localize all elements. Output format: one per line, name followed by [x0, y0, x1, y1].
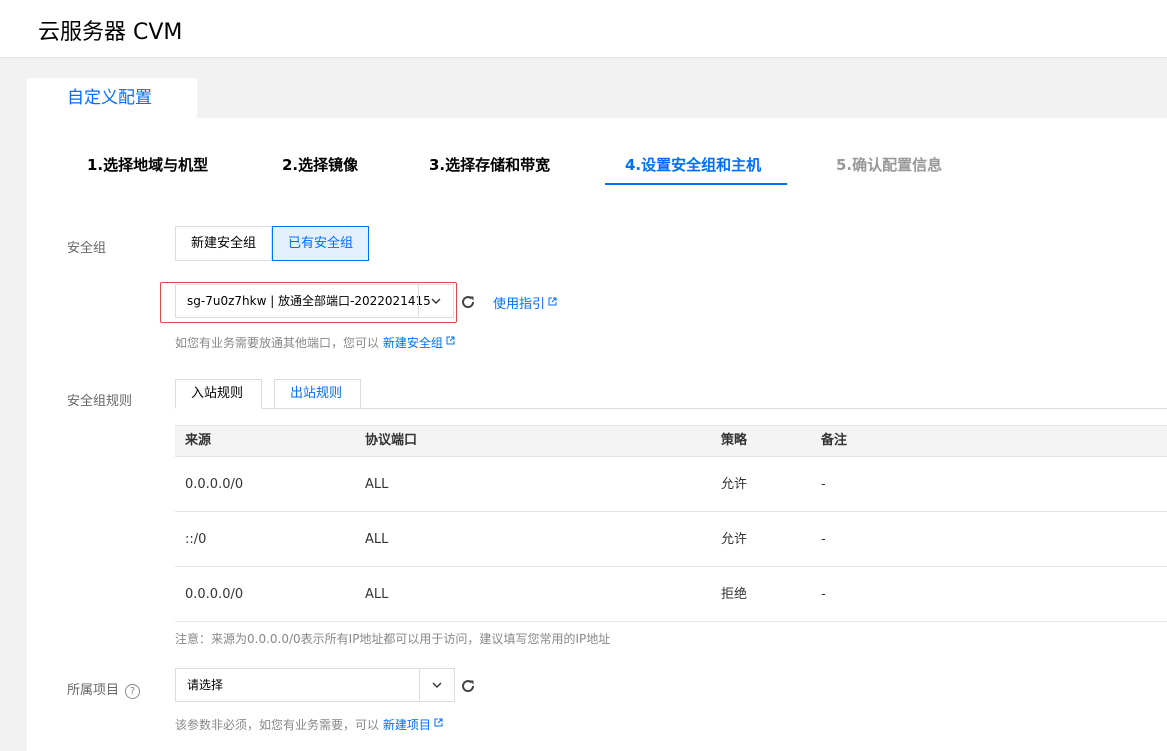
cell-source: 0.0.0.0/0 [185, 477, 244, 492]
active-step-underline [605, 183, 787, 185]
table-row: 0.0.0.0/0 ALL 拒绝 - [175, 567, 1167, 622]
cell-remark: - [821, 532, 826, 547]
cell-source: 0.0.0.0/0 [185, 587, 244, 602]
cell-port: ALL [365, 532, 389, 547]
security-group-toggle: 新建安全组 已有安全组 [175, 226, 370, 261]
project-label: 所属项目? [67, 679, 141, 699]
security-group-label: 安全组 [67, 241, 107, 256]
step-2[interactable]: 2.选择镜像 [282, 154, 358, 175]
external-link-icon [434, 718, 443, 727]
cell-policy: 允许 [721, 532, 748, 547]
column-header-policy: 策略 [721, 433, 748, 448]
create-security-group-label: 新建安全组 [382, 336, 443, 350]
step-4-active[interactable]: 4.设置安全组和主机 [625, 154, 761, 175]
project-hint: 该参数非必须，如您有业务需要，可以 新建项目 [175, 716, 443, 733]
column-header-remark: 备注 [821, 433, 848, 448]
chevron-down-icon[interactable] [418, 285, 453, 317]
project-label-text: 所属项目 [67, 683, 120, 698]
rules-note: 注意：来源为0.0.0.0/0表示所有IP地址都可以用于访问，建议填写您常用的I… [175, 632, 611, 646]
step-5: 5.确认配置信息 [836, 156, 943, 174]
column-header-source: 来源 [185, 433, 212, 448]
external-link-icon [548, 297, 557, 306]
security-group-select[interactable]: sg-7u0z7hkw | 放通全部端口-2022021415 [175, 284, 454, 318]
help-icon[interactable]: ? [125, 684, 141, 699]
security-group-hint: 如您有业务需要放通其他端口，您可以 新建安全组 [175, 334, 455, 351]
app-title: 云服务器 CVM [38, 20, 183, 45]
tab-outbound-rules[interactable]: 出站规则 [274, 379, 361, 409]
external-link-icon [446, 336, 455, 345]
create-project-link[interactable]: 新建项目 [383, 718, 443, 732]
chevron-down-icon[interactable] [419, 669, 454, 701]
cell-source: ::/0 [185, 532, 207, 547]
security-group-select-value: sg-7u0z7hkw | 放通全部端口-2022021415 [187, 294, 431, 308]
cell-remark: - [821, 587, 826, 602]
project-select[interactable]: 请选择 [175, 668, 455, 702]
tab-bar: 自定义配置 [0, 59, 1167, 118]
step-3[interactable]: 3.选择存储和带宽 [429, 154, 550, 175]
project-hint-text: 该参数非必须，如您有业务需要，可以 [175, 718, 380, 732]
create-security-group-link[interactable]: 新建安全组 [383, 336, 455, 350]
existing-security-group-button[interactable]: 已有安全组 [272, 226, 370, 261]
cell-policy: 允许 [721, 477, 748, 492]
cell-remark: - [821, 477, 826, 492]
security-rules-label: 安全组规则 [67, 394, 133, 409]
tab-inbound-rules[interactable]: 入站规则 [175, 379, 262, 409]
security-group-hint-text: 如您有业务需要放通其他端口，您可以 [175, 336, 380, 350]
top-bar: 云服务器 CVM [0, 0, 1167, 58]
tab-custom-config[interactable]: 自定义配置 [27, 78, 197, 118]
project-select-value: 请选择 [187, 678, 224, 692]
refresh-icon[interactable] [460, 294, 476, 310]
table-row: 0.0.0.0/0 ALL 允许 - [175, 457, 1167, 512]
create-project-label: 新建项目 [382, 718, 431, 732]
cell-port: ALL [365, 587, 389, 602]
refresh-icon[interactable] [460, 678, 476, 694]
new-security-group-button[interactable]: 新建安全组 [175, 226, 273, 261]
table-row: ::/0 ALL 允许 - [175, 512, 1167, 567]
usage-guide-label: 使用指引 [493, 297, 546, 312]
rules-table: 来源 协议端口 策略 备注 0.0.0.0/0 ALL 允许 - ::/0 AL… [175, 425, 1167, 622]
main-panel: 1.选择地域与机型 2.选择镜像 3.选择存储和带宽 4.设置安全组和主机 5.… [27, 118, 1167, 751]
column-header-port: 协议端口 [365, 433, 418, 448]
cell-policy: 拒绝 [721, 587, 748, 602]
usage-guide-link[interactable]: 使用指引 [493, 293, 557, 312]
table-header: 来源 协议端口 策略 备注 [175, 425, 1167, 457]
cell-port: ALL [365, 477, 389, 492]
step-1[interactable]: 1.选择地域与机型 [87, 154, 208, 175]
